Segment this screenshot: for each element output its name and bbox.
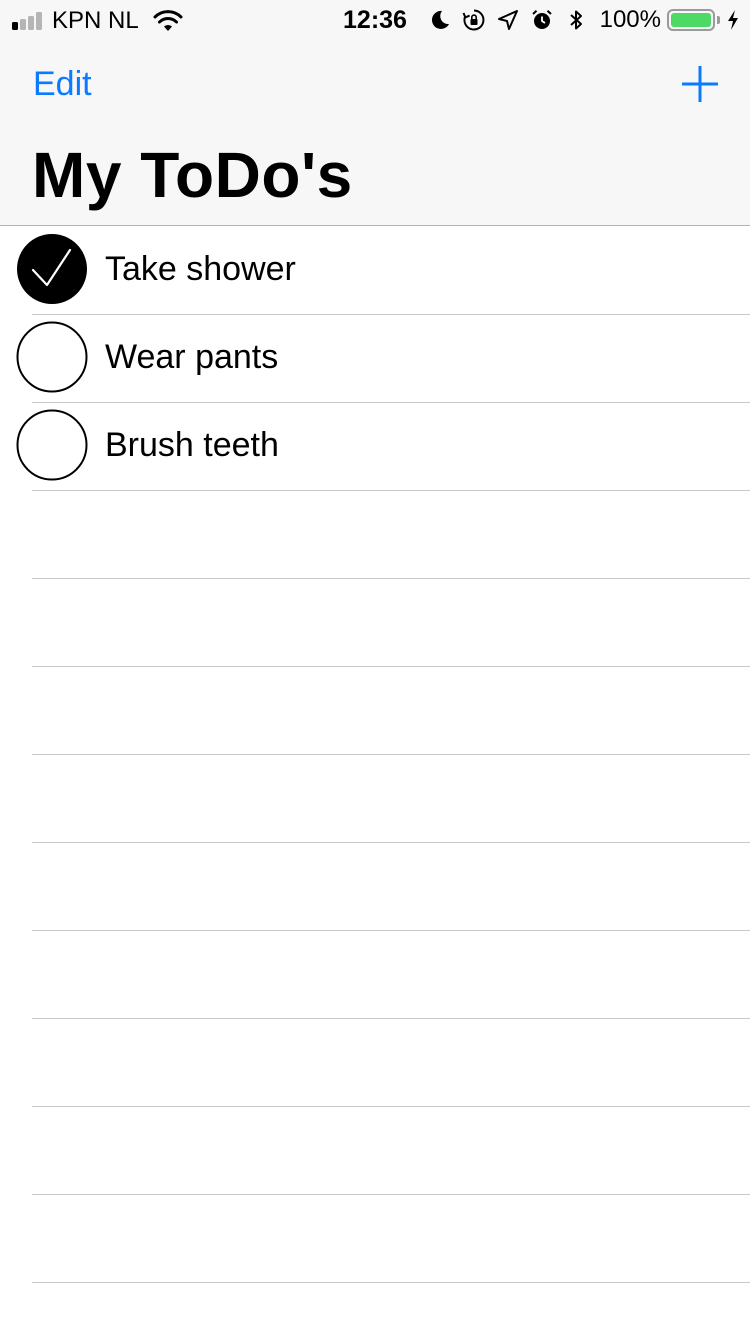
page-title: My ToDo's [32, 139, 353, 211]
navigation-bar: Edit My ToDo's [0, 40, 750, 226]
list-item[interactable]: Take shower [0, 227, 750, 315]
empty-row [0, 1195, 750, 1283]
list-item[interactable]: Brush teeth [0, 403, 750, 491]
todo-screen: KPN NL 12:36 100% Edit My ToDo's Take sh… [0, 0, 750, 1334]
moon-icon [431, 10, 449, 29]
empty-row [0, 1107, 750, 1195]
empty-row [0, 1019, 750, 1107]
row-separator [32, 1282, 750, 1283]
rotation-lock-icon [462, 9, 485, 31]
battery-percent: 100% [599, 6, 661, 33]
battery-nub [717, 16, 720, 24]
bluetooth-icon [569, 10, 582, 30]
status-bar: KPN NL 12:36 100% [0, 0, 750, 40]
charging-icon [728, 10, 738, 30]
list-item[interactable]: Wear pants [0, 315, 750, 403]
todo-label: Wear pants [105, 338, 279, 376]
todo-list: Take shower Wear pants Brush teeth [0, 227, 750, 1283]
empty-row [0, 667, 750, 755]
alarm-icon [531, 10, 552, 29]
battery-level [671, 13, 711, 27]
unchecked-circle-icon[interactable] [16, 409, 88, 481]
unchecked-circle-icon[interactable] [16, 321, 88, 393]
edit-button[interactable]: Edit [33, 64, 92, 104]
location-icon [497, 10, 518, 30]
plus-icon[interactable] [680, 64, 720, 104]
todo-label: Take shower [105, 250, 296, 288]
empty-row [0, 755, 750, 843]
status-right: 100% [418, 7, 740, 33]
empty-row [0, 491, 750, 579]
empty-row [0, 931, 750, 1019]
checked-circle-icon[interactable] [16, 233, 88, 305]
empty-row [0, 579, 750, 667]
empty-row [0, 843, 750, 931]
todo-label: Brush teeth [105, 426, 279, 464]
empty-rows [0, 491, 750, 1283]
battery-icon [667, 9, 715, 31]
